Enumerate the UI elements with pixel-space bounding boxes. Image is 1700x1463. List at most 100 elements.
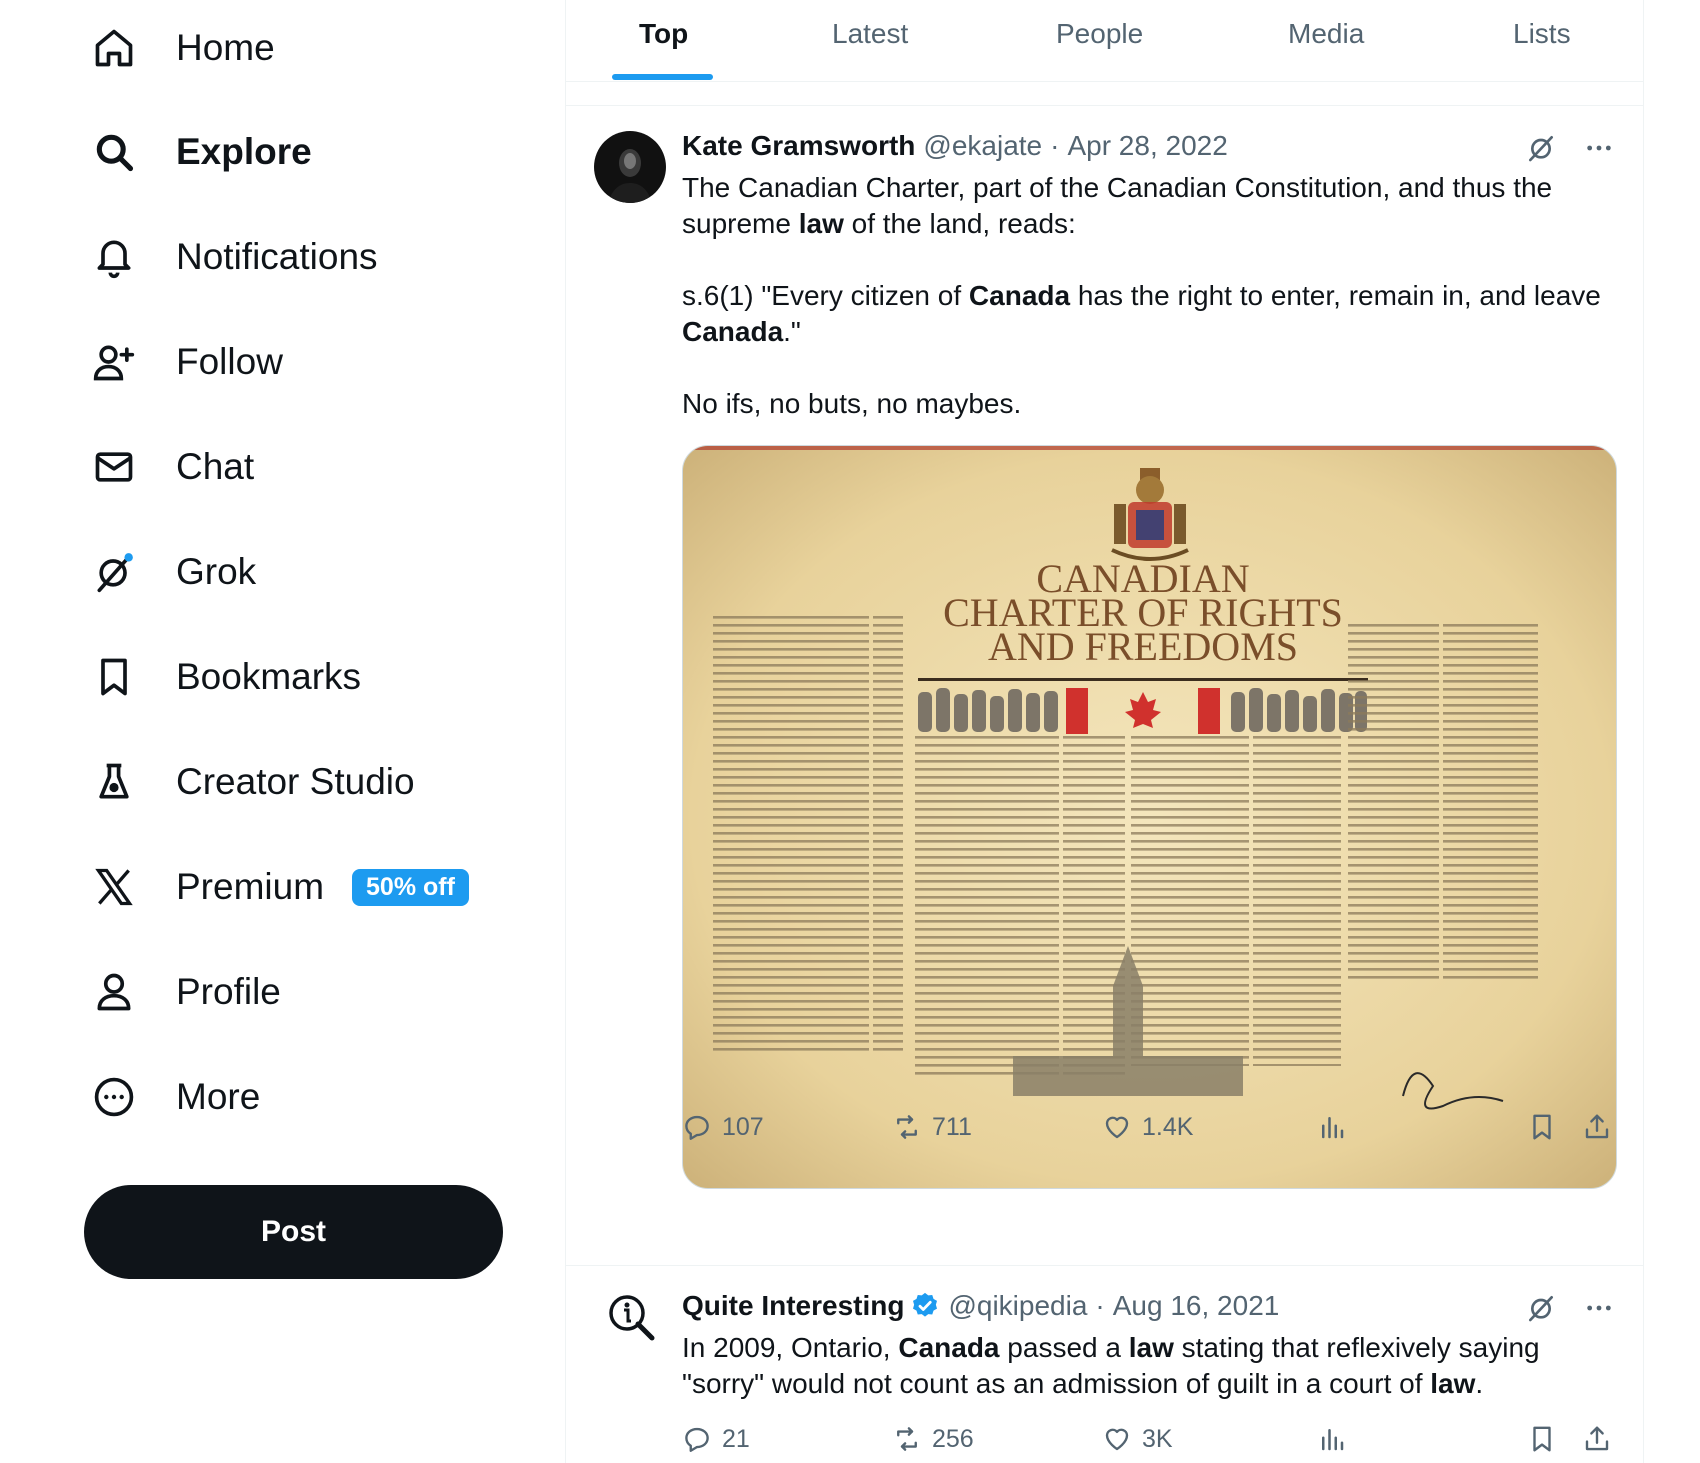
active-tab-indicator (612, 74, 713, 80)
avatar[interactable] (606, 1292, 656, 1342)
tab-lists[interactable]: Lists (1513, 0, 1571, 82)
tab-latest[interactable]: Latest (832, 0, 908, 82)
x-logo-icon (84, 857, 144, 917)
reply-count: 21 (722, 1424, 750, 1453)
tab-people[interactable]: People (1056, 0, 1143, 82)
tweet-paragraph: s.6(1) "Every citizen of Canada has the … (682, 280, 1601, 347)
sidebar-item-label: Profile (176, 971, 281, 1012)
repost-count: 711 (932, 1112, 972, 1141)
tweet-actions: 107 711 1.4K (682, 1112, 1617, 1152)
bookmark-icon (1527, 1112, 1557, 1149)
sidebar-item-explore[interactable]: Explore (96, 117, 312, 187)
svg-text:AND FREEDOMS: AND FREEDOMS (988, 624, 1298, 669)
tweet-date[interactable]: Aug 16, 2021 (1113, 1290, 1280, 1322)
tweet-header: Quite Interesting @qikipedia · Aug 16, 2… (682, 1290, 1279, 1322)
repost-button[interactable]: 256 (892, 1424, 974, 1454)
tweet-paragraph: The Canadian Charter, part of the Canadi… (682, 172, 1553, 239)
like-count: 3K (1142, 1424, 1173, 1453)
sidebar-item-home[interactable]: Home (95, 13, 275, 83)
verified-badge-icon (913, 1292, 938, 1317)
bookmark-button[interactable] (1527, 1112, 1557, 1149)
like-count: 1.4K (1142, 1112, 1194, 1141)
reply-button[interactable]: 107 (682, 1112, 764, 1142)
grok-icon[interactable] (1525, 1292, 1557, 1329)
sidebar-item-label: Chat (176, 446, 255, 487)
bookmark-icon (84, 647, 144, 707)
share-button[interactable] (1582, 1424, 1612, 1461)
sidebar-item-label: Notifications (176, 236, 378, 277)
sidebar-item-label: Grok (176, 551, 257, 592)
tweet-header-actions (1525, 132, 1615, 169)
tab-media[interactable]: Media (1288, 0, 1364, 82)
bookmark-icon (1527, 1424, 1557, 1461)
like-button[interactable]: 3K (1102, 1424, 1173, 1454)
more-options-icon[interactable] (1583, 1292, 1615, 1329)
grok-icon (84, 542, 144, 602)
home-icon (84, 18, 144, 78)
sidebar-item-label: Premium (176, 866, 325, 907)
bell-icon (84, 227, 144, 287)
share-button[interactable] (1582, 1112, 1612, 1149)
sidebar-item-follow[interactable]: Follow (93, 327, 283, 397)
repost-button[interactable]: 711 (892, 1112, 972, 1142)
sidebar-item-notifications[interactable]: Notifications (96, 222, 378, 292)
sidebar-item-creator-studio[interactable]: Creator Studio (96, 747, 415, 817)
tweet-header-actions (1525, 1292, 1615, 1329)
tweet-image-charter[interactable]: CANADIAN CHARTER OF RIGHTS AND FREEDOMS (682, 445, 1617, 1189)
author-name[interactable]: Quite Interesting (682, 1290, 904, 1322)
post-button[interactable]: Post (84, 1185, 503, 1279)
sidebar-item-bookmarks[interactable]: Bookmarks (96, 642, 361, 712)
search-tabs: Top Latest People Media Lists (566, 0, 1643, 82)
tweet-text: The Canadian Charter, part of the Canadi… (682, 170, 1602, 422)
tweet-text: In 2009, Ontario, Canada passed a law st… (682, 1330, 1602, 1402)
share-icon (1582, 1112, 1612, 1149)
avatar[interactable] (594, 131, 666, 203)
flask-icon (84, 752, 144, 812)
tweet-date[interactable]: Apr 28, 2022 (1067, 130, 1227, 162)
sidebar-item-grok[interactable]: Grok (96, 537, 256, 607)
tab-top[interactable]: Top (639, 0, 688, 82)
tweet-header: Kate Gramsworth @ekajate · Apr 28, 2022 (682, 130, 1228, 162)
person-icon (84, 962, 144, 1022)
sidebar-item-label: Home (176, 27, 275, 68)
author-handle[interactable]: @ekajate (923, 130, 1042, 162)
sidebar-item-more[interactable]: More (94, 1062, 261, 1132)
tweet-paragraph: No ifs, no buts, no maybes. (682, 388, 1022, 419)
sidebar: Home Explore Notifications Follow Chat G… (0, 0, 565, 1463)
tweet-paragraph: In 2009, Ontario, Canada passed a law st… (682, 1332, 1540, 1399)
reply-count: 107 (722, 1112, 764, 1141)
repost-count: 256 (932, 1424, 974, 1453)
analytics-icon (1317, 1112, 1347, 1149)
search-results-column: Top Latest People Media Lists Kate Grams… (565, 0, 1644, 1463)
tweet-actions: 21 256 3K (682, 1424, 1617, 1463)
search-icon (84, 122, 144, 182)
grok-icon[interactable] (1525, 132, 1557, 169)
views-button[interactable] (1317, 1424, 1347, 1461)
dot-separator: · (1050, 130, 1060, 161)
analytics-icon (1317, 1424, 1347, 1461)
sidebar-item-chat[interactable]: Chat (95, 432, 255, 502)
views-button[interactable] (1317, 1112, 1347, 1149)
bookmark-button[interactable] (1527, 1424, 1557, 1461)
author-name[interactable]: Kate Gramsworth (682, 130, 915, 162)
reply-button[interactable]: 21 (682, 1424, 750, 1454)
sidebar-item-label: Follow (176, 341, 283, 382)
share-icon (1582, 1424, 1612, 1461)
sidebar-item-label: More (176, 1076, 261, 1117)
sidebar-item-label: Explore (176, 131, 312, 172)
sidebar-item-label: Bookmarks (176, 656, 362, 697)
more-options-icon[interactable] (1583, 132, 1615, 169)
more-circle-icon (84, 1067, 144, 1127)
author-handle[interactable]: @qikipedia (948, 1290, 1087, 1322)
charter-document-illustration: CANADIAN CHARTER OF RIGHTS AND FREEDOMS (683, 446, 1616, 1188)
mail-icon (84, 437, 144, 497)
follow-icon (84, 332, 144, 392)
sidebar-item-premium[interactable]: Premium 50% off (95, 852, 469, 922)
tweet[interactable]: Quite Interesting @qikipedia · Aug 16, 2… (566, 1266, 1643, 1463)
sidebar-item-label: Creator Studio (176, 761, 415, 802)
sidebar-item-profile[interactable]: Profile (96, 957, 281, 1027)
discount-badge: 50% off (352, 868, 469, 906)
dot-separator: · (1095, 1290, 1105, 1321)
like-button[interactable]: 1.4K (1102, 1112, 1193, 1142)
tweet[interactable]: Kate Gramsworth @ekajate · Apr 28, 2022 … (566, 106, 1643, 1266)
